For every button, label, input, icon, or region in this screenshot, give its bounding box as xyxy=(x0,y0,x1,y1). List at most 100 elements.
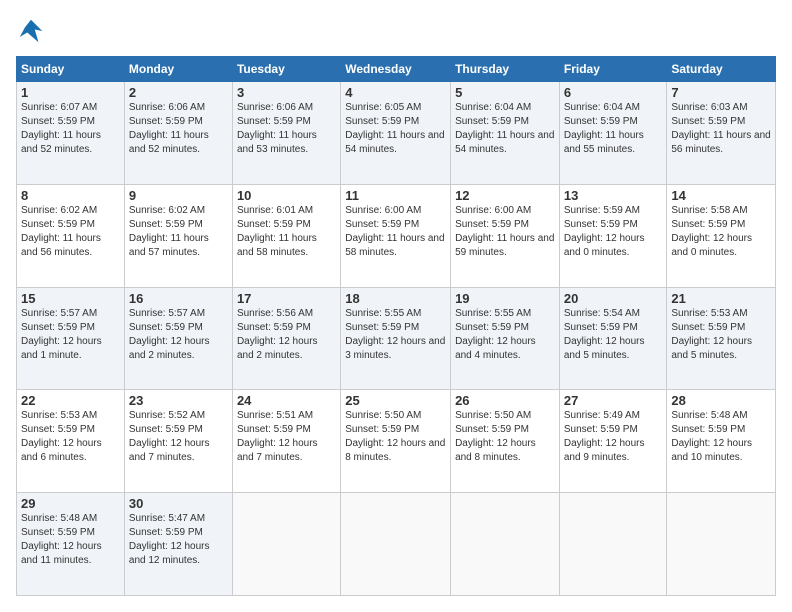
cell-info-text: Sunrise: 6:06 AM Sunset: 5:59 PM Dayligh… xyxy=(129,101,228,157)
cell-date-number: 21 xyxy=(671,291,771,306)
logo-icon xyxy=(16,16,46,46)
cell-date-number: 26 xyxy=(455,393,555,408)
calendar-cell: 6Sunrise: 6:04 AM Sunset: 5:59 PM Daylig… xyxy=(559,82,667,185)
cell-date-number: 18 xyxy=(345,291,446,306)
cell-info-text: Sunrise: 6:04 AM Sunset: 5:59 PM Dayligh… xyxy=(564,101,663,157)
cell-info-text: Sunrise: 5:48 AM Sunset: 5:59 PM Dayligh… xyxy=(21,512,120,568)
calendar-cell: 9Sunrise: 6:02 AM Sunset: 5:59 PM Daylig… xyxy=(124,184,232,287)
cell-info-text: Sunrise: 6:04 AM Sunset: 5:59 PM Dayligh… xyxy=(455,101,555,157)
cell-info-text: Sunrise: 5:57 AM Sunset: 5:59 PM Dayligh… xyxy=(129,307,228,363)
calendar-header-row: SundayMondayTuesdayWednesdayThursdayFrid… xyxy=(17,57,776,82)
calendar-cell: 10Sunrise: 6:01 AM Sunset: 5:59 PM Dayli… xyxy=(232,184,340,287)
calendar-day-header: Thursday xyxy=(451,57,560,82)
calendar-week-row: 1Sunrise: 6:07 AM Sunset: 5:59 PM Daylig… xyxy=(17,82,776,185)
calendar-cell: 7Sunrise: 6:03 AM Sunset: 5:59 PM Daylig… xyxy=(667,82,776,185)
cell-date-number: 24 xyxy=(237,393,336,408)
cell-info-text: Sunrise: 6:02 AM Sunset: 5:59 PM Dayligh… xyxy=(129,204,228,260)
cell-date-number: 16 xyxy=(129,291,228,306)
calendar-cell: 21Sunrise: 5:53 AM Sunset: 5:59 PM Dayli… xyxy=(667,287,776,390)
calendar-cell: 3Sunrise: 6:06 AM Sunset: 5:59 PM Daylig… xyxy=(232,82,340,185)
cell-date-number: 4 xyxy=(345,85,446,100)
calendar-cell: 17Sunrise: 5:56 AM Sunset: 5:59 PM Dayli… xyxy=(232,287,340,390)
cell-info-text: Sunrise: 5:48 AM Sunset: 5:59 PM Dayligh… xyxy=(671,409,771,465)
calendar-cell: 2Sunrise: 6:06 AM Sunset: 5:59 PM Daylig… xyxy=(124,82,232,185)
calendar-day-header: Saturday xyxy=(667,57,776,82)
calendar-cell: 27Sunrise: 5:49 AM Sunset: 5:59 PM Dayli… xyxy=(559,390,667,493)
calendar-week-row: 15 Sunrise: 5:57 AM Sunset: 5:59 PM Dayli… xyxy=(17,287,776,390)
calendar-cell: 12Sunrise: 6:00 AM Sunset: 5:59 PM Dayli… xyxy=(451,184,560,287)
calendar-day-header: Friday xyxy=(559,57,667,82)
calendar-table: SundayMondayTuesdayWednesdayThursdayFrid… xyxy=(16,56,776,596)
calendar-cell: 8Sunrise: 6:02 AM Sunset: 5:59 PM Daylig… xyxy=(17,184,125,287)
cell-date-number: 13 xyxy=(564,188,663,203)
cell-date-number: 11 xyxy=(345,188,446,203)
cell-info-text: Sunrise: 5:50 AM Sunset: 5:59 PM Dayligh… xyxy=(455,409,555,465)
calendar-day-header: Sunday xyxy=(17,57,125,82)
calendar-cell: 14Sunrise: 5:58 AM Sunset: 5:59 PM Dayli… xyxy=(667,184,776,287)
calendar-cell: 24Sunrise: 5:51 AM Sunset: 5:59 PM Dayli… xyxy=(232,390,340,493)
calendar-cell: 19Sunrise: 5:55 AM Sunset: 5:59 PM Dayli… xyxy=(451,287,560,390)
calendar-week-row: 22Sunrise: 5:53 AM Sunset: 5:59 PM Dayli… xyxy=(17,390,776,493)
calendar-week-row: 8Sunrise: 6:02 AM Sunset: 5:59 PM Daylig… xyxy=(17,184,776,287)
page: SundayMondayTuesdayWednesdayThursdayFrid… xyxy=(0,0,792,612)
cell-date-number: 5 xyxy=(455,85,555,100)
cell-info-text: Sunrise: 6:07 AM Sunset: 5:59 PM Dayligh… xyxy=(21,101,120,157)
cell-date-number: 2 xyxy=(129,85,228,100)
calendar-cell: 4Sunrise: 6:05 AM Sunset: 5:59 PM Daylig… xyxy=(341,82,451,185)
cell-info-text: Sunrise: 6:02 AM Sunset: 5:59 PM Dayligh… xyxy=(21,204,120,260)
cell-info-text: Sunrise: 5:56 AM Sunset: 5:59 PM Dayligh… xyxy=(237,307,336,363)
calendar-cell: 30Sunrise: 5:47 AM Sunset: 5:59 PM Dayli… xyxy=(124,493,232,596)
cell-info-text: Sunrise: 6:05 AM Sunset: 5:59 PM Dayligh… xyxy=(345,101,446,157)
cell-date-number: 8 xyxy=(21,188,120,203)
cell-date-number: 29 xyxy=(21,496,120,511)
cell-info-text: Sunrise: 5:55 AM Sunset: 5:59 PM Dayligh… xyxy=(345,307,446,363)
calendar-week-row: 29Sunrise: 5:48 AM Sunset: 5:59 PM Dayli… xyxy=(17,493,776,596)
calendar-cell: 29Sunrise: 5:48 AM Sunset: 5:59 PM Dayli… xyxy=(17,493,125,596)
cell-info-text: Sunrise: 5:49 AM Sunset: 5:59 PM Dayligh… xyxy=(564,409,663,465)
calendar-cell: 18Sunrise: 5:55 AM Sunset: 5:59 PM Dayli… xyxy=(341,287,451,390)
cell-info-text: Sunrise: 5:52 AM Sunset: 5:59 PM Dayligh… xyxy=(129,409,228,465)
cell-info-text: Sunrise: 5:54 AM Sunset: 5:59 PM Dayligh… xyxy=(564,307,663,363)
cell-info-text: Sunrise: 6:06 AM Sunset: 5:59 PM Dayligh… xyxy=(237,101,336,157)
cell-info-text: Sunrise: 5:50 AM Sunset: 5:59 PM Dayligh… xyxy=(345,409,446,465)
cell-date-number: 20 xyxy=(564,291,663,306)
calendar-cell: 16Sunrise: 5:57 AM Sunset: 5:59 PM Dayli… xyxy=(124,287,232,390)
calendar-cell xyxy=(341,493,451,596)
cell-info-text: Sunrise: 5:58 AM Sunset: 5:59 PM Dayligh… xyxy=(671,204,771,260)
calendar-cell: 23Sunrise: 5:52 AM Sunset: 5:59 PM Dayli… xyxy=(124,390,232,493)
calendar-cell: 28Sunrise: 5:48 AM Sunset: 5:59 PM Dayli… xyxy=(667,390,776,493)
cell-date-number: 17 xyxy=(237,291,336,306)
calendar-day-header: Monday xyxy=(124,57,232,82)
cell-info-text: Sunrise: 6:00 AM Sunset: 5:59 PM Dayligh… xyxy=(345,204,446,260)
calendar-cell: 5Sunrise: 6:04 AM Sunset: 5:59 PM Daylig… xyxy=(451,82,560,185)
calendar-cell: 20Sunrise: 5:54 AM Sunset: 5:59 PM Dayli… xyxy=(559,287,667,390)
calendar-cell: 15Sunrise: 5:57 AM Sunset: 5:59 PM Dayli… xyxy=(17,287,125,390)
cell-date-number: 10 xyxy=(237,188,336,203)
cell-info-text: Sunrise: 6:01 AM Sunset: 5:59 PM Dayligh… xyxy=(237,204,336,260)
cell-info-text: Sunrise: 5:59 AM Sunset: 5:59 PM Dayligh… xyxy=(564,204,663,260)
cell-date-number: 6 xyxy=(564,85,663,100)
cell-info-text: Sunrise: 5:51 AM Sunset: 5:59 PM Dayligh… xyxy=(237,409,336,465)
cell-info-text: Sunrise: 5:53 AM Sunset: 5:59 PM Dayligh… xyxy=(671,307,771,363)
calendar-cell: 11Sunrise: 6:00 AM Sunset: 5:59 PM Dayli… xyxy=(341,184,451,287)
calendar-cell: 25Sunrise: 5:50 AM Sunset: 5:59 PM Dayli… xyxy=(341,390,451,493)
calendar-cell xyxy=(451,493,560,596)
cell-date-number: 22 xyxy=(21,393,120,408)
calendar-cell xyxy=(232,493,340,596)
cell-info-text: Sunrise: 6:03 AM Sunset: 5:59 PM Dayligh… xyxy=(671,101,771,157)
cell-date-number: 25 xyxy=(345,393,446,408)
header xyxy=(16,16,776,46)
cell-date-number: 15 xyxy=(21,291,120,306)
calendar-cell: 13Sunrise: 5:59 AM Sunset: 5:59 PM Dayli… xyxy=(559,184,667,287)
calendar-cell: 26Sunrise: 5:50 AM Sunset: 5:59 PM Dayli… xyxy=(451,390,560,493)
calendar-cell xyxy=(559,493,667,596)
cell-info-text: Sunrise: 5:47 AM Sunset: 5:59 PM Dayligh… xyxy=(129,512,228,568)
cell-date-number: 9 xyxy=(129,188,228,203)
cell-date-number: 7 xyxy=(671,85,771,100)
cell-info-text: Sunrise: 6:00 AM Sunset: 5:59 PM Dayligh… xyxy=(455,204,555,260)
logo xyxy=(16,16,48,46)
cell-date-number: 23 xyxy=(129,393,228,408)
cell-date-number: 3 xyxy=(237,85,336,100)
cell-info-text: Sunrise: 5:53 AM Sunset: 5:59 PM Dayligh… xyxy=(21,409,120,465)
calendar-day-header: Tuesday xyxy=(232,57,340,82)
